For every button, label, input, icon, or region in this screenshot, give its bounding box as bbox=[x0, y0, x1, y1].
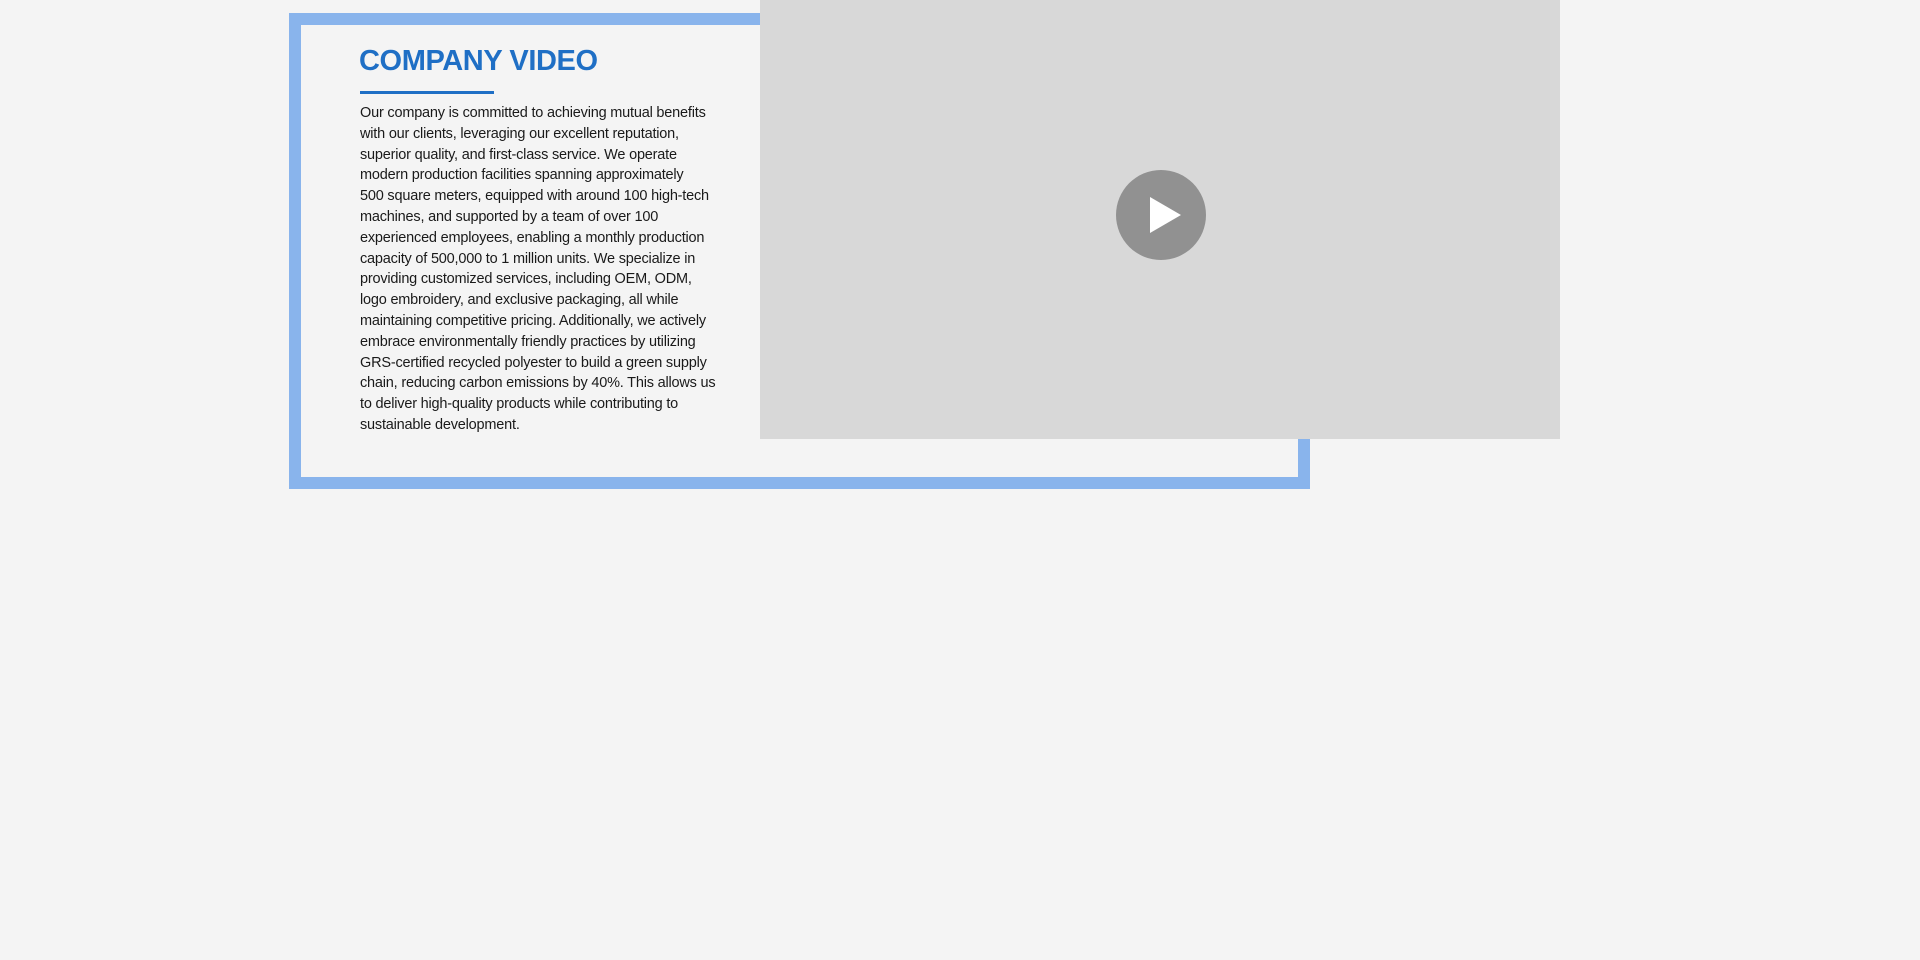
video-player[interactable] bbox=[760, 0, 1560, 439]
description-line: machines, and supported by a team of ove… bbox=[360, 208, 659, 225]
section-title: COMPANY VIDEO bbox=[359, 45, 598, 77]
description-line: experienced employees, enabling a monthl… bbox=[360, 229, 705, 246]
description-line: 500 square meters, equipped with around … bbox=[360, 188, 709, 205]
description-line: chain, reducing carbon emissions by 40%.… bbox=[360, 375, 716, 392]
company-description: Our company is committed to achieving mu… bbox=[360, 103, 762, 436]
description-line: embrace environmentally friendly practic… bbox=[360, 333, 696, 350]
description-line: with our clients, leveraging our excelle… bbox=[360, 125, 679, 142]
play-icon bbox=[1150, 197, 1181, 233]
description-line: to deliver high-quality products while c… bbox=[360, 396, 679, 413]
description-line: capacity of 500,000 to 1 million units. … bbox=[360, 250, 696, 267]
description-line: superior quality, and first-class servic… bbox=[360, 146, 677, 163]
title-underline bbox=[360, 91, 494, 94]
description-line: modern production facilities spanning ap… bbox=[360, 167, 684, 184]
description-line: maintaining competitive pricing. Additio… bbox=[360, 312, 706, 329]
description-line: GRS-certified recycled polyester to buil… bbox=[360, 354, 707, 371]
description-line: Our company is committed to achieving mu… bbox=[360, 105, 706, 121]
description-line: providing customized services, including… bbox=[360, 271, 692, 288]
description-line: sustainable development. bbox=[360, 416, 520, 433]
play-button[interactable] bbox=[1116, 170, 1206, 260]
description-line: logo embroidery, and exclusive packaging… bbox=[360, 292, 679, 309]
